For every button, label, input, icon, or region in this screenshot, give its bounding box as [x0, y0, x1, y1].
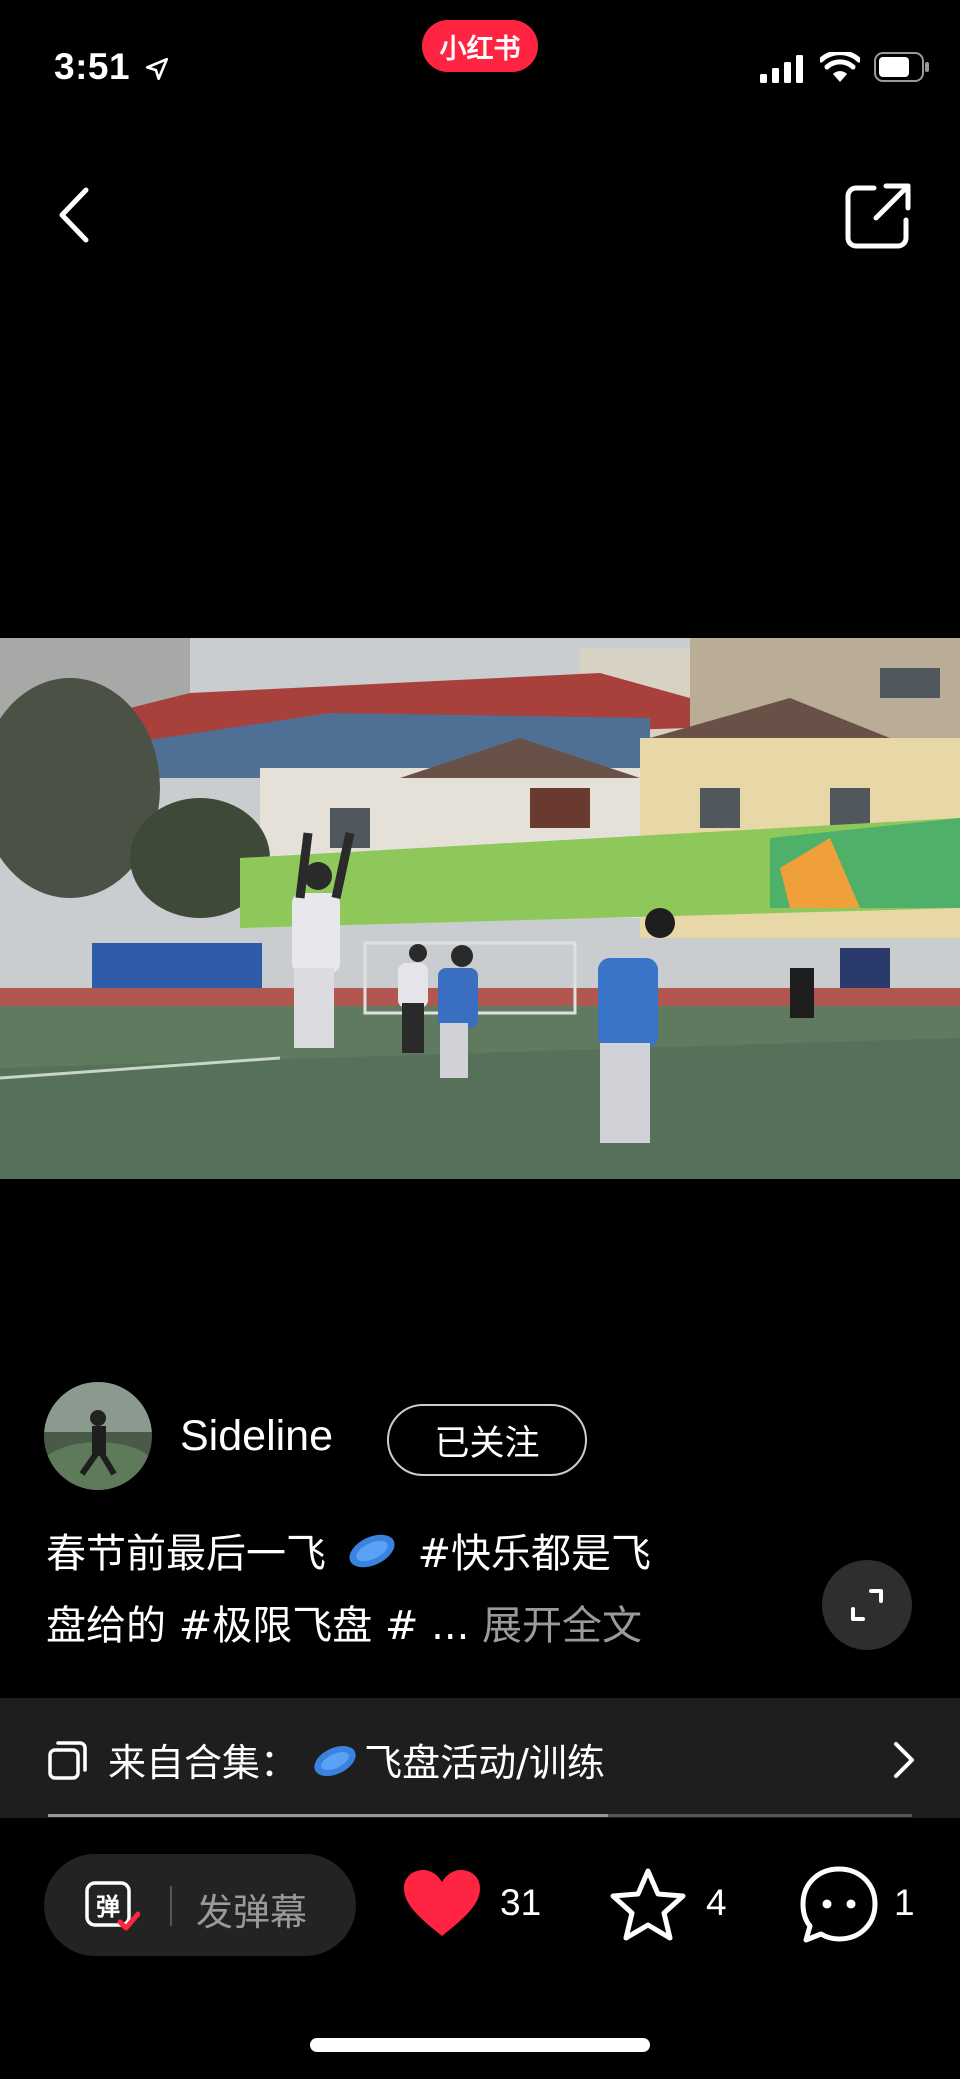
collection-name: 飞盘活动/训练: [364, 1741, 605, 1785]
collection-bar[interactable]: 来自合集： 飞盘活动/训练: [0, 1698, 960, 1818]
chevron-right-icon: [894, 1742, 914, 1778]
favorite-count: 4: [706, 1882, 727, 1923]
svg-text:弹: 弹: [96, 1893, 120, 1921]
danmaku-placeholder: 发弹幕: [196, 1891, 307, 1934]
app-badge[interactable]: 小红书: [422, 20, 538, 72]
avatar-image: [44, 1382, 152, 1490]
caption-line-2: 盘给的 #极限飞盘 # ... 展开全文: [46, 1590, 786, 1662]
location-arrow-icon: [145, 57, 169, 81]
video-player[interactable]: [0, 638, 960, 1179]
collection-icon: [48, 1741, 87, 1780]
chevron-left-icon: [59, 187, 89, 243]
hashtag-text[interactable]: 盘给的 #极限飞盘 # ...: [46, 1603, 469, 1649]
star-icon[interactable]: [608, 1866, 688, 1944]
heart-icon[interactable]: [402, 1868, 482, 1940]
battery-icon: [874, 52, 929, 82]
divider: [170, 1886, 172, 1926]
hashtag-text[interactable]: #快乐都是飞: [417, 1531, 651, 1577]
collection-prefix: 来自合集：: [108, 1741, 299, 1785]
comment-count: 1: [894, 1882, 915, 1923]
back-button[interactable]: [44, 180, 104, 250]
video-frame: [0, 638, 960, 1179]
fullscreen-icon: [851, 1589, 883, 1621]
status-bar: 3:51 小红书: [0, 0, 960, 140]
comment-icon[interactable]: [798, 1864, 880, 1946]
share-icon: [845, 183, 911, 249]
author-avatar[interactable]: [44, 1382, 152, 1490]
frisbee-emoji-icon: [349, 1534, 395, 1568]
post-caption[interactable]: 春节前最后一飞 #快乐都是飞 盘给的 #极限飞盘 # ... 展开全文: [46, 1518, 786, 1662]
fullscreen-button[interactable]: [822, 1560, 912, 1650]
author-name[interactable]: Sideline: [180, 1412, 333, 1461]
share-button[interactable]: [840, 178, 916, 254]
frisbee-emoji-icon: [314, 1745, 356, 1777]
follow-button[interactable]: 已关注: [387, 1404, 587, 1476]
wifi-icon: [820, 52, 860, 82]
cellular-signal-icon: [760, 55, 803, 83]
like-count: 31: [500, 1882, 542, 1923]
collection-label: 来自合集： 飞盘活动/训练: [108, 1732, 605, 1787]
video-progress-bar[interactable]: [48, 1814, 912, 1817]
status-time: 3:51: [54, 46, 131, 87]
danmaku-input[interactable]: 弹 发弹幕: [44, 1854, 356, 1956]
expand-text-button[interactable]: 展开全文: [482, 1603, 642, 1649]
caption-text: 春节前最后一飞: [46, 1531, 326, 1577]
home-indicator: [310, 2038, 650, 2052]
caption-line-1: 春节前最后一飞 #快乐都是飞: [46, 1518, 786, 1590]
danmaku-icon: 弹: [85, 1881, 140, 1931]
video-progress-fill: [48, 1814, 608, 1817]
